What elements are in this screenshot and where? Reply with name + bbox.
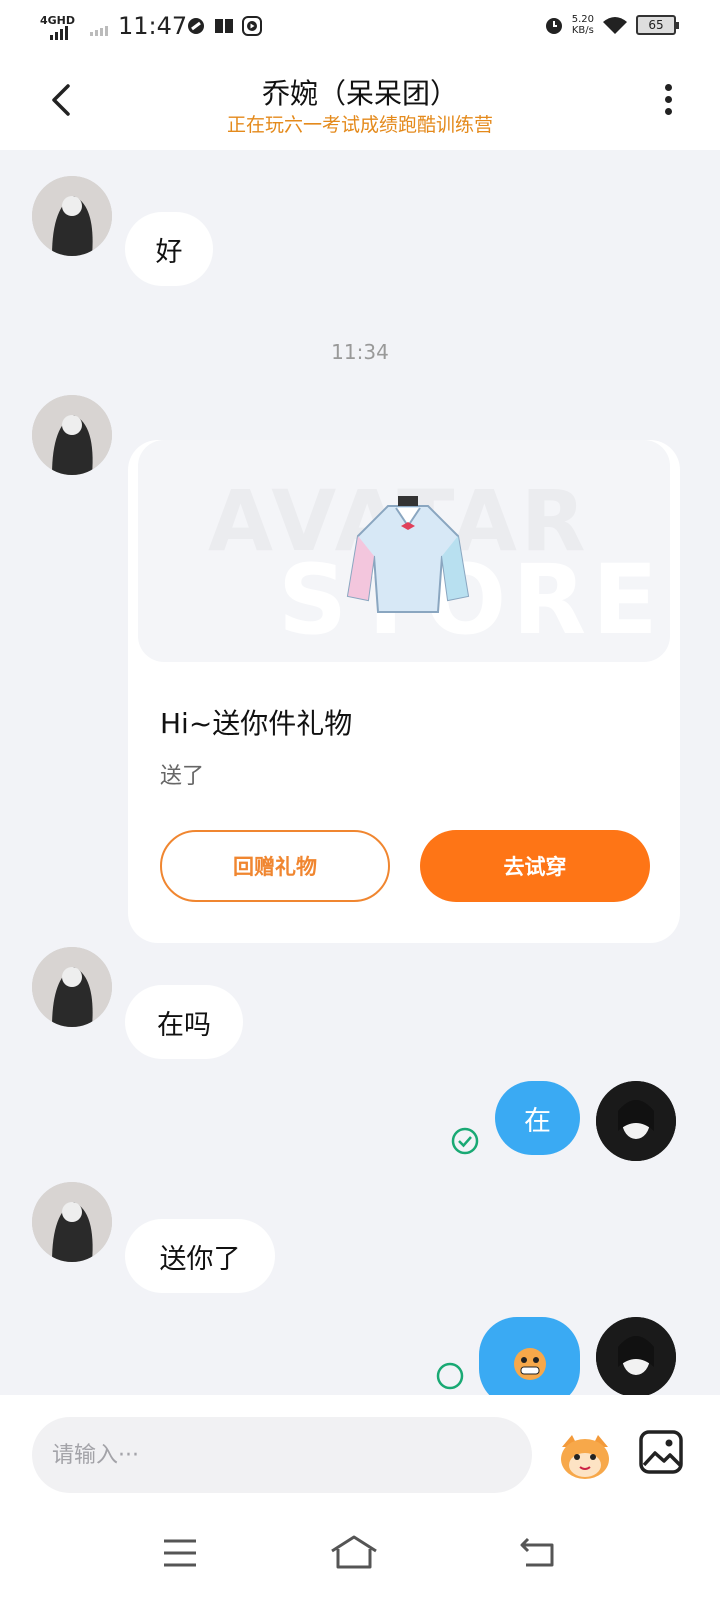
link-icon <box>186 16 206 36</box>
nav-menu-button[interactable] <box>156 1533 204 1573</box>
image-button[interactable] <box>638 1429 684 1475</box>
signal-secondary-icon <box>90 26 108 36</box>
message-bubble[interactable]: 送你了 <box>125 1219 275 1293</box>
my-avatar[interactable] <box>596 1081 676 1161</box>
return-gift-button[interactable]: 回赠礼物 <box>160 830 390 902</box>
jacket-image <box>346 496 470 613</box>
message-bubble[interactable]: 在吗 <box>125 985 243 1059</box>
message-input[interactable] <box>32 1417 532 1493</box>
message-bubble[interactable]: 好 <box>125 212 213 286</box>
read-check-icon <box>451 1127 479 1155</box>
chat-area[interactable]: 好 11:34 AVATAR STORE Hi~送你件礼物 送了 回赠礼物 去试… <box>0 150 720 1395</box>
sticker-bubble[interactable] <box>479 1317 580 1395</box>
try-on-button[interactable]: 去试穿 <box>420 830 650 902</box>
nav-back-button[interactable] <box>514 1533 562 1573</box>
my-message-bubble[interactable]: 在 <box>495 1081 580 1155</box>
nav-home-button[interactable] <box>330 1533 378 1573</box>
gift-title: Hi~送你件礼物 <box>160 707 353 740</box>
system-nav-bar <box>0 1515 720 1600</box>
home-icon <box>331 1535 377 1569</box>
book-icon <box>214 16 234 36</box>
gift-banner: AVATAR STORE <box>138 440 670 662</box>
gift-card[interactable]: AVATAR STORE Hi~送你件礼物 送了 回赠礼物 去试穿 <box>128 440 680 943</box>
my-avatar[interactable] <box>596 1317 676 1395</box>
avatar[interactable] <box>32 947 112 1027</box>
network-speed: 5.20 KB/s <box>571 14 594 36</box>
battery-icon: 65 <box>636 15 679 35</box>
avatar[interactable] <box>32 1182 112 1262</box>
mascot-emoji-icon <box>561 1435 609 1479</box>
signal-icon <box>50 26 68 40</box>
status-time: 11:47 <box>118 12 188 40</box>
gift-description: 送了 <box>160 764 205 789</box>
emoji-button[interactable] <box>556 1427 614 1483</box>
chat-subtitle[interactable]: 正在玩六一考试成绩跑酷训练营 <box>0 110 720 137</box>
sticker-icon <box>513 1348 546 1380</box>
back-icon <box>520 1537 554 1567</box>
wifi-icon <box>603 17 627 34</box>
avatar[interactable] <box>32 395 112 475</box>
status-bar: 4GHD 11:47 5.20 KB/s 65 <box>0 0 720 56</box>
message-input-bar <box>0 1395 720 1515</box>
menu-icon <box>164 1539 196 1567</box>
alarm-icon <box>545 18 562 34</box>
play-icon <box>242 16 262 36</box>
top-area: 4GHD 11:47 5.20 KB/s 65 乔婉（呆呆团） 正在玩六一考试成… <box>0 0 720 150</box>
avatar[interactable] <box>32 176 112 256</box>
image-icon <box>639 1430 683 1474</box>
more-options-button[interactable] <box>660 84 676 120</box>
chat-title: 乔婉（呆呆团） <box>261 77 458 110</box>
message-timestamp: 11:34 <box>331 340 389 364</box>
chat-header: 乔婉（呆呆团） 正在玩六一考试成绩跑酷训练营 <box>0 56 720 150</box>
read-check-icon <box>436 1362 464 1390</box>
